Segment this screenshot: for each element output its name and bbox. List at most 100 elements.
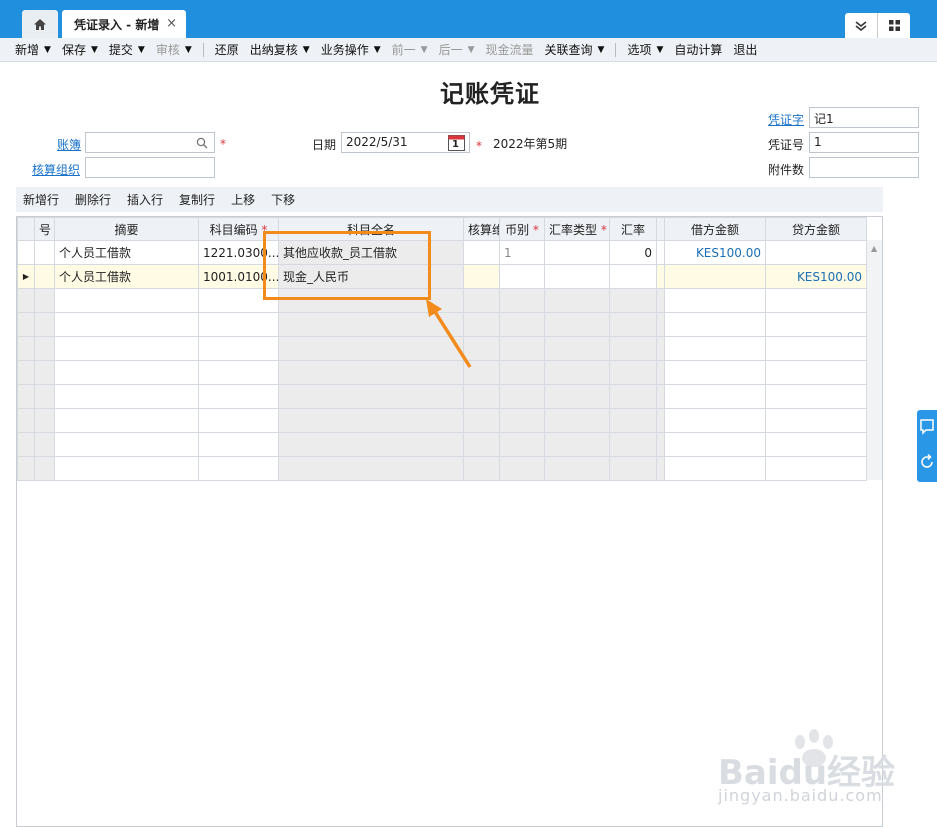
- vertical-scrollbar[interactable]: ▲: [866, 240, 882, 480]
- grid-menu-icon[interactable]: [878, 13, 910, 38]
- home-tab[interactable]: [22, 10, 58, 38]
- row-indicator: [17, 240, 35, 265]
- date-value: 2022/5/31: [346, 135, 408, 149]
- voucher-no-input[interactable]: 1: [809, 132, 919, 153]
- menu-auto-calc[interactable]: 自动计算: [674, 41, 722, 58]
- summary-cell[interactable]: 个人员工借款: [54, 264, 199, 289]
- chevron-down-icon: ▼: [302, 44, 310, 55]
- menu-restore[interactable]: 还原: [215, 41, 239, 58]
- rate-type-cell[interactable]: [544, 264, 610, 289]
- rate-cell[interactable]: [609, 264, 657, 289]
- currency-cell[interactable]: 1: [499, 240, 545, 265]
- chevron-down-icon: ▼: [656, 44, 664, 55]
- seq-cell: [34, 264, 55, 289]
- table-row[interactable]: 个人员工借款 1221.0300... 其他应收款_员工借款 1 0 KES10…: [17, 240, 867, 265]
- menu-new[interactable]: 新增 ▼: [15, 41, 51, 58]
- summary-cell[interactable]: 个人员工借款: [54, 240, 199, 265]
- header-row: 号 摘要 科目编码 * 科目全名 核算维度 币别 * 汇率类型 * 汇率 借方金…: [17, 217, 867, 241]
- credit-cell[interactable]: KES100.00: [765, 264, 867, 289]
- attachments-label: 附件数: [768, 163, 805, 177]
- menu-cash-flow[interactable]: 现金流量: [486, 41, 534, 58]
- chevron-down-icon: ▼: [137, 44, 145, 55]
- extra-cell: [656, 264, 665, 289]
- required-mark: *: [476, 139, 482, 153]
- menu-related-query[interactable]: 关联查询 ▼: [545, 41, 605, 58]
- attachments-input[interactable]: [809, 157, 919, 178]
- chevron-down-icon: ▼: [44, 44, 51, 55]
- menu-save[interactable]: 保存 ▼: [62, 41, 98, 58]
- tab-voucher-entry[interactable]: 凭证录入 - 新增 ×: [62, 10, 186, 38]
- move-up-button[interactable]: 上移: [231, 191, 255, 208]
- scroll-up-icon[interactable]: ▲: [871, 244, 877, 253]
- voucher-no-label: 凭证号: [768, 138, 805, 152]
- col-extra-header[interactable]: [656, 217, 665, 241]
- col-accounting-header[interactable]: 核算维度: [463, 217, 500, 241]
- chevron-down-icon: ▼: [90, 44, 98, 55]
- move-down-button[interactable]: 下移: [271, 191, 295, 208]
- menu-audit[interactable]: 审核 ▼: [156, 41, 192, 58]
- tab-label: 凭证录入 - 新增: [74, 17, 160, 32]
- current-row-indicator-icon: ▶: [17, 264, 35, 289]
- table-row[interactable]: ▶ 个人员工借款 1001.0100... 现金_人民币 KES100.00: [17, 264, 867, 289]
- menu-cashier-review[interactable]: 出纳复核 ▼: [250, 41, 310, 58]
- table-row[interactable]: [17, 384, 867, 409]
- home-icon: [34, 18, 46, 30]
- chat-icon[interactable]: [920, 419, 934, 435]
- col-seq-header[interactable]: 号: [34, 217, 55, 241]
- table-row[interactable]: [17, 456, 867, 481]
- currency-cell[interactable]: [499, 264, 545, 289]
- voucher-word-input[interactable]: 记1: [809, 107, 919, 128]
- extra-cell: [656, 240, 665, 265]
- col-summary-header[interactable]: 摘要: [54, 217, 199, 241]
- search-icon[interactable]: [196, 137, 208, 149]
- period-text: 2022年第5期: [493, 137, 568, 151]
- menu-submit[interactable]: 提交 ▼: [109, 41, 145, 58]
- col-currency-header[interactable]: 币别 *: [499, 217, 545, 241]
- table-row[interactable]: [17, 432, 867, 457]
- org-input[interactable]: [85, 157, 215, 178]
- voucher-word-label[interactable]: 凭证字: [768, 111, 804, 128]
- col-rate-header[interactable]: 汇率: [609, 217, 657, 241]
- chevron-down-icon: ▼: [373, 44, 381, 55]
- seq-cell: [34, 240, 55, 265]
- debit-cell[interactable]: [664, 264, 766, 289]
- accounting-cell[interactable]: [463, 240, 500, 265]
- tab-close-icon[interactable]: ×: [166, 16, 177, 31]
- col-debit-header[interactable]: 借方金额: [664, 217, 766, 241]
- col-rate-type-header[interactable]: 汇率类型 *: [544, 217, 610, 241]
- account-book-label[interactable]: 账簿: [57, 136, 81, 153]
- menu-next[interactable]: 后一 ▼: [439, 41, 475, 58]
- menu-previous[interactable]: 前一 ▼: [392, 41, 428, 58]
- rate-type-cell[interactable]: [544, 240, 610, 265]
- side-float-panel: [917, 410, 937, 482]
- refresh-icon[interactable]: [920, 454, 934, 470]
- tab-list-dropdown-icon[interactable]: [845, 13, 878, 38]
- watermark-url: jingyan.baidu.com: [718, 786, 883, 805]
- add-row-button[interactable]: 新增行: [23, 191, 59, 208]
- tab-tools: [845, 13, 910, 38]
- required-mark: *: [220, 137, 226, 151]
- delete-row-button[interactable]: 删除行: [75, 191, 111, 208]
- copy-row-button[interactable]: 复制行: [179, 191, 215, 208]
- chevron-down-icon: ▼: [597, 44, 605, 55]
- menu-divider: [202, 42, 204, 57]
- accounting-cell[interactable]: [463, 264, 500, 289]
- highlight-box: [263, 231, 431, 300]
- menu-options[interactable]: 选项 ▼: [627, 41, 663, 58]
- menu-exit[interactable]: 退出: [733, 41, 757, 58]
- top-tab-bar: 凭证录入 - 新增 ×: [0, 0, 937, 38]
- col-credit-header[interactable]: 贷方金额: [765, 217, 867, 241]
- rate-cell[interactable]: 0: [609, 240, 657, 265]
- credit-cell[interactable]: [765, 240, 867, 265]
- calendar-day: 1: [452, 139, 459, 150]
- table-row[interactable]: [17, 408, 867, 433]
- annotation-arrow-icon: [426, 299, 472, 368]
- grid-toolbar: 新增行 删除行 插入行 复制行 上移 下移: [16, 187, 883, 212]
- debit-cell[interactable]: KES100.00: [664, 240, 766, 265]
- insert-row-button[interactable]: 插入行: [127, 191, 163, 208]
- menu-bar: 新增 ▼ 保存 ▼ 提交 ▼ 审核 ▼ 还原 出纳复核 ▼ 业务操作 ▼ 前一 ▼ 后一 ▼ 现…: [0, 38, 937, 62]
- chevron-down-icon: ▼: [420, 44, 428, 55]
- org-label[interactable]: 核算组织: [32, 161, 80, 178]
- menu-business-ops[interactable]: 业务操作 ▼: [321, 41, 381, 58]
- page-title: 记账凭证: [440, 80, 540, 108]
